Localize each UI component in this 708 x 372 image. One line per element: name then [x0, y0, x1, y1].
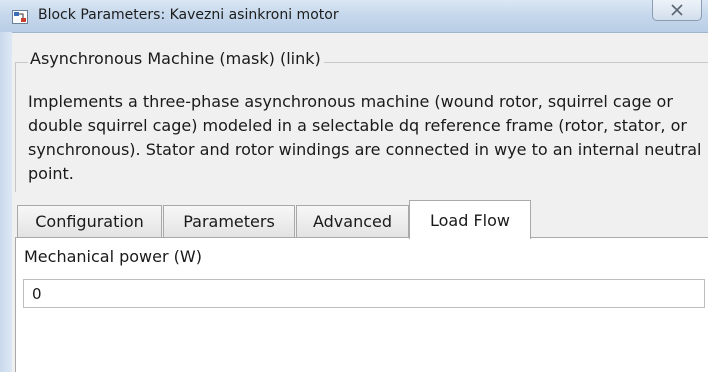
window-left-border: [0, 32, 12, 372]
mechanical-power-label: Mechanical power (W): [24, 247, 202, 266]
simulink-block-icon: [12, 9, 28, 24]
window-title: Block Parameters: Kavezni asinkroni moto…: [38, 7, 339, 23]
tab-parameters[interactable]: Parameters: [163, 205, 295, 237]
mechanical-power-input[interactable]: [23, 279, 705, 308]
mask-title: Asynchronous Machine (mask) (link): [28, 49, 324, 68]
close-icon: [670, 1, 684, 20]
close-button[interactable]: [652, 0, 702, 21]
mask-description: Implements a three-phase asynchronous ma…: [28, 92, 702, 183]
tab-configuration[interactable]: Configuration: [17, 205, 162, 237]
block-parameters-dialog: Block Parameters: Kavezni asinkroni moto…: [0, 0, 708, 372]
tab-advanced[interactable]: Advanced: [296, 205, 409, 237]
tab-load-flow[interactable]: Load Flow: [409, 200, 531, 239]
title-bar[interactable]: Block Parameters: Kavezni asinkroni moto…: [0, 0, 708, 33]
